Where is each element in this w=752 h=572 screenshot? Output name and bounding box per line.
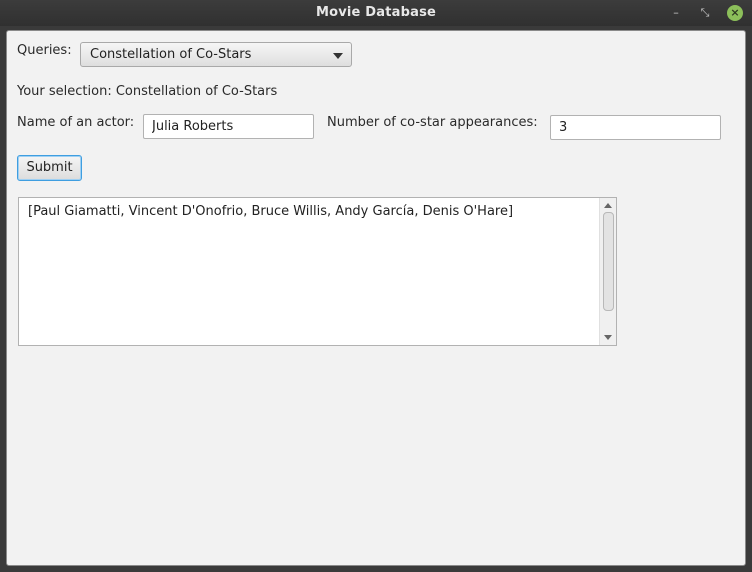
- scroll-up-arrow-icon[interactable]: [604, 203, 612, 208]
- minimize-icon[interactable]: –: [668, 5, 684, 21]
- queries-dropdown[interactable]: Constellation of Co-Stars: [80, 42, 352, 67]
- results-text: [Paul Giamatti, Vincent D'Onofrio, Bruce…: [28, 204, 514, 219]
- close-icon[interactable]: ×: [727, 5, 743, 21]
- selection-text: Your selection: Constellation of Co-Star…: [17, 84, 278, 99]
- scroll-thumb[interactable]: [603, 212, 614, 311]
- queries-label: Queries:: [17, 43, 72, 58]
- chevron-down-icon: [333, 53, 343, 59]
- main-panel: Queries: Constellation of Co-Stars Your …: [6, 30, 746, 566]
- co-star-appearances-field[interactable]: [550, 115, 721, 140]
- queries-selected-value: Constellation of Co-Stars: [90, 47, 252, 62]
- vertical-scrollbar[interactable]: [599, 198, 616, 345]
- actor-name-label: Name of an actor:: [17, 115, 135, 130]
- submit-button[interactable]: Submit: [17, 155, 82, 181]
- maximize-icon[interactable]: ⤡: [697, 5, 713, 21]
- scroll-down-arrow-icon[interactable]: [604, 335, 612, 340]
- title-bar[interactable]: Movie Database – ⤡ ×: [0, 0, 752, 26]
- results-textarea[interactable]: [Paul Giamatti, Vincent D'Onofrio, Bruce…: [18, 197, 617, 346]
- co-star-appearances-label: Number of co-star appearances:: [327, 115, 538, 130]
- actor-name-field[interactable]: [143, 114, 314, 139]
- app-window: Movie Database – ⤡ × Queries: Constellat…: [0, 0, 752, 572]
- window-title: Movie Database: [315, 5, 437, 20]
